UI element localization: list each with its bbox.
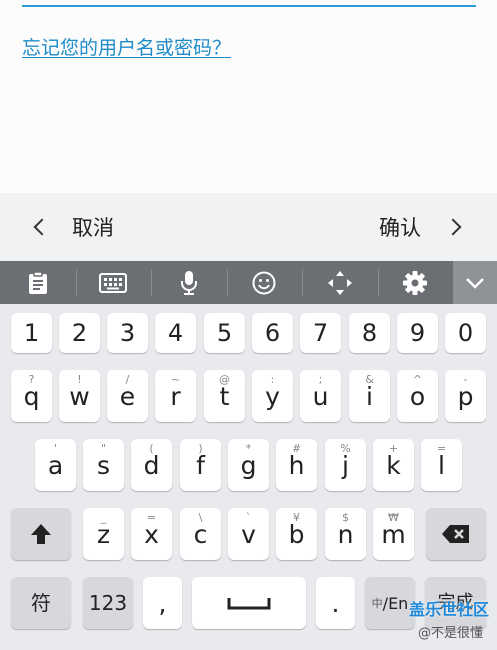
cursor-control-button[interactable]: [302, 261, 378, 304]
space-key[interactable]: [192, 577, 306, 629]
cancel-label: 取消: [72, 216, 114, 240]
key-a[interactable]: ' a: [35, 439, 76, 491]
key-d[interactable]: (d: [131, 439, 172, 491]
chevron-right-icon: [444, 218, 462, 236]
key-4[interactable]: 4: [155, 313, 196, 353]
key-8[interactable]: 8: [349, 313, 390, 353]
backspace-icon: [442, 525, 469, 543]
microphone-icon: [180, 270, 197, 295]
emoji-button[interactable]: [226, 261, 303, 304]
login-form-area: 忘记您的用户名或密码？: [0, 0, 497, 193]
key-n[interactable]: $ n: [325, 508, 366, 560]
key-5[interactable]: 5: [204, 313, 245, 353]
key-3[interactable]: 3: [107, 313, 148, 353]
cancel-button[interactable]: 取消: [32, 193, 114, 261]
key-6[interactable]: 6: [252, 313, 293, 353]
confirm-button[interactable]: 确认: [379, 193, 462, 261]
collapse-keyboard-button[interactable]: [453, 261, 497, 304]
confirm-label: 确认: [379, 216, 421, 240]
clipboard-icon: [28, 270, 47, 294]
settings-gear-icon: [403, 270, 428, 295]
emoji-icon: [252, 271, 276, 294]
key-l[interactable]: = l: [421, 439, 462, 491]
cursor-move-icon: [327, 270, 352, 295]
key-z[interactable]: _ z: [83, 508, 124, 560]
key-p[interactable]: -p: [445, 370, 486, 422]
backspace-key[interactable]: [426, 508, 486, 560]
key-1[interactable]: 1: [11, 313, 52, 353]
key-i[interactable]: & i: [349, 370, 390, 422]
chevron-down-icon: [466, 277, 484, 289]
key-r[interactable]: ~ r: [155, 370, 196, 422]
key-g[interactable]: * g: [228, 439, 269, 491]
key-t[interactable]: @ t: [204, 370, 245, 422]
key-c[interactable]: \ c: [180, 508, 221, 560]
key-v[interactable]: ` v: [228, 508, 269, 560]
language-switch-key[interactable]: 中/En: [365, 577, 415, 629]
key-b[interactable]: ¥ b: [276, 508, 317, 560]
key-m[interactable]: ₩ m: [373, 508, 414, 560]
watermark-title: 盖乐世社区: [409, 600, 490, 619]
keyboard-switch-button[interactable]: [75, 261, 152, 304]
forgot-credentials-link[interactable]: 忘记您的用户名或密码？: [22, 33, 231, 60]
shift-key[interactable]: [11, 508, 71, 560]
space-bar-icon: [227, 598, 271, 610]
input-underline: [22, 5, 476, 7]
keyboard-icon: [99, 272, 128, 293]
numbers-key[interactable]: 123: [83, 577, 133, 629]
key-x[interactable]: = x: [131, 508, 172, 560]
clipboard-button[interactable]: [0, 261, 76, 304]
settings-button[interactable]: [377, 261, 454, 304]
key-h[interactable]: # h: [276, 439, 317, 491]
key-y[interactable]: :y: [252, 370, 293, 422]
key-9[interactable]: 9: [397, 313, 438, 353]
key-j[interactable]: % j: [325, 439, 366, 491]
symbols-key[interactable]: 符: [11, 577, 71, 629]
language-label: /En: [382, 593, 409, 613]
key-2[interactable]: 2: [59, 313, 100, 353]
voice-input-button[interactable]: [151, 261, 227, 304]
key-f[interactable]: ) f: [180, 439, 221, 491]
key-q[interactable]: ? q: [11, 370, 52, 422]
period-key[interactable]: .: [316, 577, 355, 629]
keyboard-toolbar: [0, 261, 497, 304]
shift-arrow-icon: [31, 524, 51, 544]
watermark-author: @不是很懂: [418, 626, 484, 641]
key-e[interactable]: / e: [107, 370, 148, 422]
key-0[interactable]: 0: [445, 313, 486, 353]
chevron-left-icon: [33, 218, 51, 236]
key-o[interactable]: ^ o: [397, 370, 438, 422]
key-w[interactable]: ! w: [59, 370, 100, 422]
key-k[interactable]: + k: [373, 439, 414, 491]
input-nav-bar: 取消 确认: [0, 193, 497, 261]
comma-key[interactable]: ,: [143, 577, 182, 629]
language-prefix: 中: [371, 597, 383, 610]
key-7[interactable]: 7: [300, 313, 341, 353]
key-s[interactable]: " s: [83, 439, 124, 491]
key-u[interactable]: ; u: [300, 370, 341, 422]
